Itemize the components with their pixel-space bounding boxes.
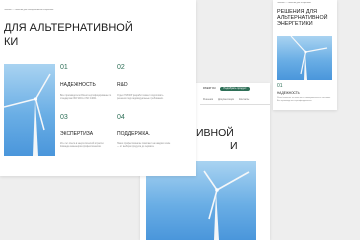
feature-number-03: 03 <box>60 114 68 121</box>
mobile-hero-image <box>277 36 332 80</box>
tablet-title-line1: ИВНОЙ <box>196 127 234 139</box>
feature-desc-expertise: 20+ лет опыта в энергетической отрасли. … <box>60 143 105 148</box>
desktop-breadcrumb[interactable]: Главная — Решения для альтернативной эне… <box>4 9 64 12</box>
desktop-card: Главная — Решения для альтернативной эне… <box>0 0 196 176</box>
feature-title-support: ПОДДЕРЖКА. <box>117 131 151 137</box>
nav-item-docs[interactable]: Документация <box>218 98 234 102</box>
feature-title-rnd: R&D <box>117 82 128 88</box>
nav-divider <box>200 104 270 105</box>
mobile-feature-number: 01 <box>277 83 283 89</box>
feature-desc-reliability: Все производители Rivest сертифицированы… <box>60 95 112 100</box>
wind-turbine-icon <box>290 36 328 80</box>
desktop-hero-image <box>4 64 55 156</box>
feature-desc-support: Наши профессионалы помогают на каждом эт… <box>117 143 171 148</box>
feature-title-expertise: ЭКСПЕРТИЗА <box>60 131 94 137</box>
top-nav: Решения Документация Контакты <box>203 98 269 102</box>
feature-desc-rnd: Отдел НИОКР разработ может подготовить р… <box>117 95 164 100</box>
feature-number-04: 04 <box>117 114 125 121</box>
site-logo[interactable]: RIVEST RU <box>203 87 216 91</box>
desktop-title-line2: КИ <box>4 36 19 48</box>
mobile-page-title: РЕШЕНИЯ ДЛЯ АЛЬТЕРНАТИВНОЙ ЭНЕРГЕТИКИ <box>277 9 328 27</box>
nav-item-solutions[interactable]: Решения <box>203 98 213 102</box>
mobile-feature-title: НАДЕЖНОСТЬ <box>277 91 300 95</box>
feature-number-02: 02 <box>117 64 125 71</box>
desktop-title-line1: ДЛЯ АЛЬТЕРНАТИВНОЙ <box>4 22 133 34</box>
nav-item-contacts[interactable]: Контакты <box>239 98 249 102</box>
feature-title-reliability: НАДЕЖНОСТЬ <box>60 82 96 88</box>
tablet-title-line2: И <box>230 140 238 152</box>
pick-product-button[interactable]: Подобрать продукт <box>220 87 250 91</box>
mobile-breadcrumb[interactable]: Главная — Решения для энергетики <box>277 2 335 5</box>
mobile-feature-desc: Rivest отвечает за качество и своевремен… <box>277 97 331 102</box>
feature-number-01: 01 <box>60 64 68 71</box>
wind-turbine-icon <box>4 73 51 156</box>
mobile-card: Главная — Решения для энергетики РЕШЕНИЯ… <box>273 0 337 110</box>
